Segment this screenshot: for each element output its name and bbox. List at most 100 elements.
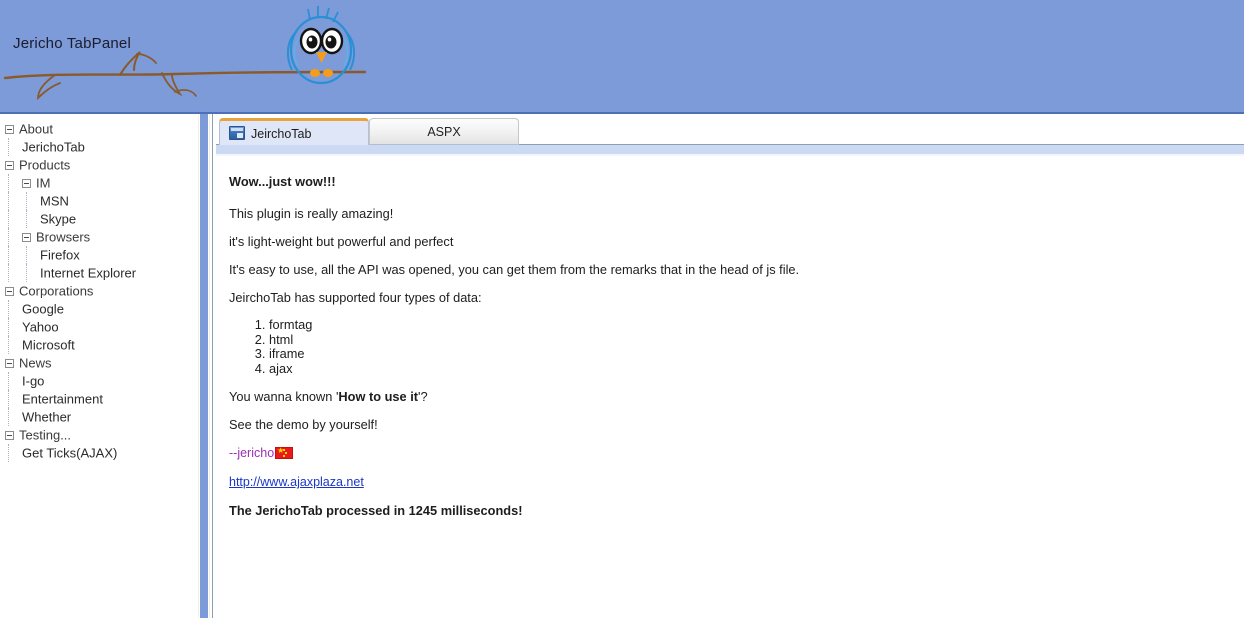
tree-node-firefox[interactable]: Firefox: [0, 246, 198, 264]
tree-node-news[interactable]: News: [0, 354, 198, 372]
content-left-border: [212, 114, 213, 618]
tree-guide-line: [26, 246, 27, 264]
tree-node-label[interactable]: Whether: [22, 410, 71, 425]
content-heading: Wow...just wow!!!: [229, 174, 1244, 189]
tree-guide-line: [26, 264, 27, 282]
tree-guide-line: [8, 210, 9, 228]
tree-guide-line: [8, 174, 9, 192]
tree-guide-line: [8, 192, 9, 210]
tab-jeirchotab[interactable]: JeirchoTab: [219, 118, 369, 145]
header-bird-illustration: [0, 0, 420, 112]
data-type-item: formtag: [269, 318, 1244, 333]
tree-guide-line: [8, 246, 9, 264]
tree-node-skype[interactable]: Skype: [0, 210, 198, 228]
sidebar-tree: About JerichoTab Products IM MSN Skype Browser…: [0, 114, 198, 618]
sidebar-divider-left: [198, 114, 199, 618]
signature-text: --jericho: [229, 446, 274, 460]
tree-node-label[interactable]: Corporations: [19, 284, 93, 299]
tree-node-products[interactable]: Products: [0, 156, 198, 174]
tree-node-label[interactable]: Microsoft: [22, 338, 75, 353]
tree-node-yahoo[interactable]: Yahoo: [0, 318, 198, 336]
tree-collapse-icon[interactable]: [5, 125, 14, 134]
tree-node-microsoft[interactable]: Microsoft: [0, 336, 198, 354]
tree-node-whether[interactable]: Whether: [0, 408, 198, 426]
question-bold: How to use it: [338, 389, 418, 404]
tree-node-label[interactable]: News: [19, 356, 52, 371]
content-link-line: http://www.ajaxplaza.net: [229, 474, 1244, 490]
tab-strip: JeirchoTab ASPX: [216, 118, 1244, 146]
tree-guide-line: [8, 138, 9, 156]
tree-guide-line: [8, 390, 9, 408]
tree-collapse-icon[interactable]: [5, 161, 14, 170]
tree-node-label[interactable]: Testing...: [19, 428, 71, 443]
content-paragraph-3: It's easy to use, all the API was opened…: [229, 262, 1244, 277]
tree-node-label[interactable]: MSN: [40, 194, 69, 209]
content-paragraph-1: This plugin is really amazing!: [229, 206, 1244, 221]
tree-node-label[interactable]: Internet Explorer: [40, 266, 136, 281]
tree-node-label[interactable]: Skype: [40, 212, 76, 227]
body-area: About JerichoTab Products IM MSN Skype Browser…: [0, 114, 1244, 618]
tree-node-label[interactable]: IM: [36, 176, 50, 191]
tree-collapse-icon[interactable]: [5, 287, 14, 296]
content-signature-line: --jericho: [229, 445, 1244, 461]
tree-guide-line: [8, 228, 9, 246]
tree-node-about[interactable]: About: [0, 120, 198, 138]
tree-node-im[interactable]: IM: [0, 174, 198, 192]
tab-aspx-label: ASPX: [427, 125, 460, 139]
tree-guide-line: [8, 318, 9, 336]
page-title: Jericho TabPanel: [13, 35, 131, 52]
tree-node-google[interactable]: Google: [0, 300, 198, 318]
tree-node-label[interactable]: About: [19, 122, 53, 137]
tree-node-testing[interactable]: Testing...: [0, 426, 198, 444]
content-paragraph-2: it's light-weight but powerful and perfe…: [229, 234, 1244, 249]
sidebar-divider-bar[interactable]: [200, 114, 208, 618]
tree-guide-line: [8, 300, 9, 318]
tree-node-corporations[interactable]: Corporations: [0, 282, 198, 300]
tab-content-pane: Wow...just wow!!! This plugin is really …: [216, 156, 1244, 618]
content-demo-line: See the demo by yourself!: [229, 417, 1244, 432]
tree-node-get-ticks-ajax[interactable]: Get Ticks(AJAX): [0, 444, 198, 462]
question-suffix: '?: [418, 389, 428, 404]
tree-collapse-icon[interactable]: [22, 179, 31, 188]
tree-guide-line: [8, 408, 9, 426]
tab-panel: JeirchoTab ASPX Wow...just wow!!! This p…: [216, 114, 1244, 618]
content-question: You wanna known 'How to use it'?: [229, 389, 1244, 404]
tree-node-i-go[interactable]: I-go: [0, 372, 198, 390]
data-type-item: iframe: [269, 347, 1244, 362]
content-paragraph-4: JeirchoTab has supported four types of d…: [229, 290, 1244, 305]
tree-node-label[interactable]: Yahoo: [22, 320, 59, 335]
tree-node-browsers[interactable]: Browsers: [0, 228, 198, 246]
tab-aspx[interactable]: ASPX: [369, 118, 519, 145]
tree-guide-line: [26, 192, 27, 210]
tree-collapse-icon[interactable]: [22, 233, 31, 242]
tree-node-entertainment[interactable]: Entertainment: [0, 390, 198, 408]
tree-node-label[interactable]: JerichoTab: [22, 140, 85, 155]
tree-node-label[interactable]: I-go: [22, 374, 44, 389]
tree-node-label[interactable]: Google: [22, 302, 64, 317]
data-type-item: html: [269, 333, 1244, 348]
data-types-list: formtaghtmliframeajax: [229, 318, 1244, 376]
header-banner: Jericho TabPanel: [0, 0, 1244, 112]
tree-guide-line: [8, 372, 9, 390]
status-message: The JerichoTab processed in 1245 millise…: [229, 503, 1244, 518]
tree-node-label[interactable]: Browsers: [36, 230, 90, 245]
question-prefix: You wanna known ': [229, 389, 338, 404]
data-type-item: ajax: [269, 362, 1244, 377]
tree-collapse-icon[interactable]: [5, 359, 14, 368]
china-flag-icon: [275, 447, 293, 459]
tab-jeirchotab-label: JeirchoTab: [251, 127, 311, 141]
app-window-icon: [229, 126, 245, 140]
tree-node-label[interactable]: Get Ticks(AJAX): [22, 446, 117, 461]
tree-guide-line: [8, 444, 9, 462]
tab-strip-band: [216, 145, 1244, 154]
tree-node-jerichotab[interactable]: JerichoTab: [0, 138, 198, 156]
tree-node-label[interactable]: Entertainment: [22, 392, 103, 407]
tree-node-internet-explorer[interactable]: Internet Explorer: [0, 264, 198, 282]
sidebar-divider-right: [209, 114, 210, 618]
tree-node-label[interactable]: Products: [19, 158, 70, 173]
tree-node-label[interactable]: Firefox: [40, 248, 80, 263]
ajaxplaza-link[interactable]: http://www.ajaxplaza.net: [229, 475, 364, 489]
tree-collapse-icon[interactable]: [5, 431, 14, 440]
tree-node-msn[interactable]: MSN: [0, 192, 198, 210]
tree-guide-line: [26, 210, 27, 228]
